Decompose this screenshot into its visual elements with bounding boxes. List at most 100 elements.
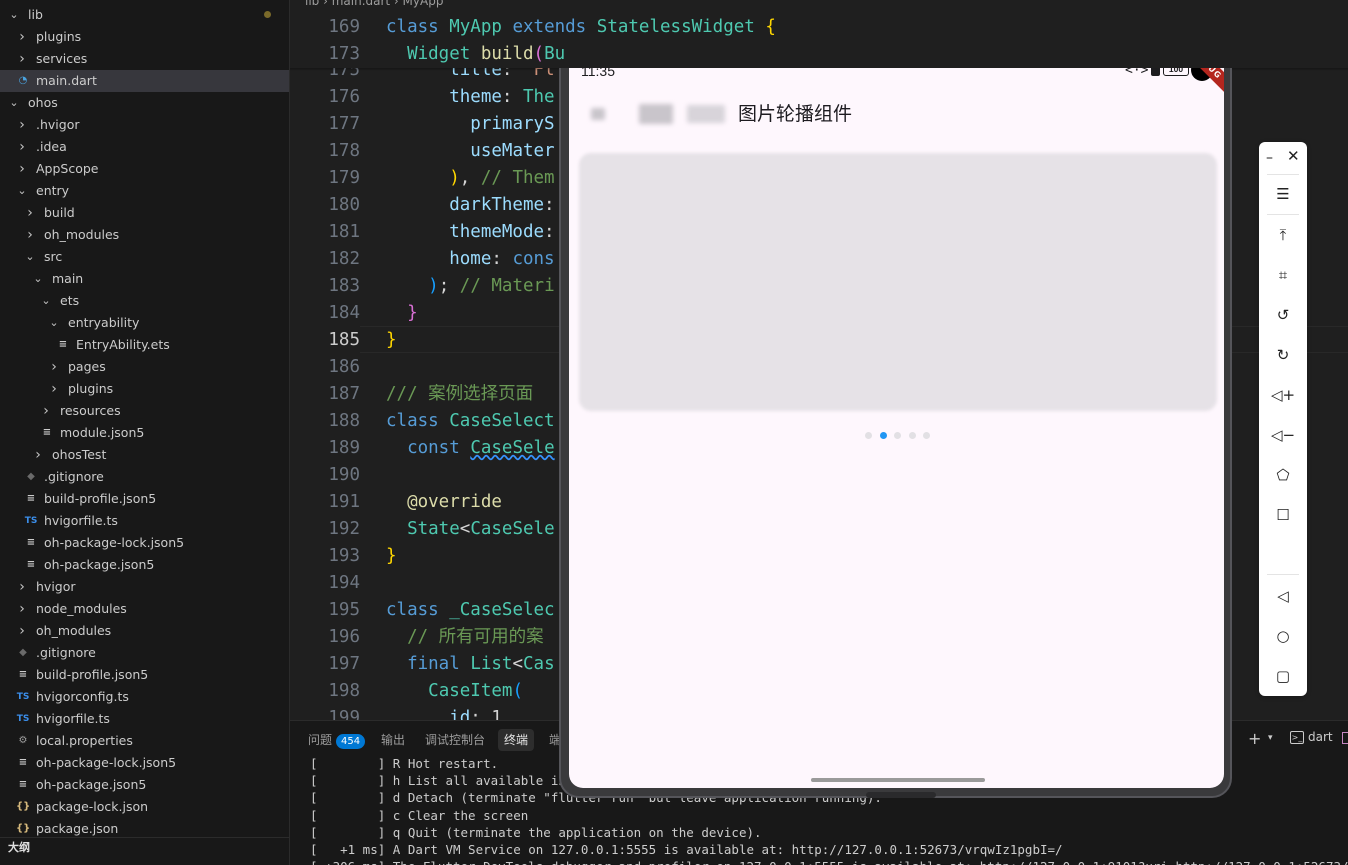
back-icon[interactable]: ◁ <box>1270 583 1296 609</box>
code-line[interactable]: 169 class MyApp extends StatelessWidget { <box>290 14 1348 41</box>
tree-item[interactable]: ≡ oh-package.json5 <box>0 554 289 576</box>
tree-item[interactable]: ◆ .gitignore <box>0 466 289 488</box>
line-number: 181 <box>328 222 360 242</box>
volume-up-icon[interactable]: ◁+ <box>1270 382 1296 408</box>
new-terminal-icon[interactable]: + <box>1248 729 1261 748</box>
tree-item-label: entry <box>36 183 70 198</box>
code-line[interactable]: 173 Widget build(Bu <box>290 41 1348 68</box>
tree-item[interactable]: › plugins <box>0 378 289 400</box>
rotate-left-icon[interactable]: ↺ <box>1270 302 1296 328</box>
tree-item[interactable]: ◔ main.dart <box>0 70 289 92</box>
tree-item[interactable]: › .idea <box>0 136 289 158</box>
tree-item[interactable]: ⌄ ets <box>0 290 289 312</box>
tab-output[interactable]: 输出 <box>375 729 411 751</box>
tab-debug-console[interactable]: 调试控制台 <box>419 729 491 751</box>
carousel-dot[interactable] <box>879 432 887 439</box>
chevron-right-icon: › <box>51 381 57 397</box>
tree-item[interactable]: TS hvigorfile.ts <box>0 510 289 532</box>
tab-terminal[interactable]: 终端 <box>498 729 535 751</box>
json5-file-icon: ≡ <box>26 493 36 504</box>
tree-item[interactable]: › build <box>0 202 289 224</box>
tree-item[interactable]: › oh_modules <box>0 620 289 642</box>
chevron-down-icon: ⌄ <box>49 316 59 329</box>
tree-item[interactable]: {} package-lock.json <box>0 796 289 818</box>
menu-icon[interactable]: ☰ <box>1270 181 1296 207</box>
code-text: class CaseSelect <box>386 411 555 431</box>
line-number: 197 <box>328 654 360 674</box>
crop-icon[interactable]: ⌗ <box>1270 262 1296 288</box>
screenshot-icon[interactable]: ☐ <box>1270 502 1296 528</box>
tab-problems[interactable]: 问题 454 <box>302 729 371 751</box>
tree-item[interactable]: › plugins <box>0 26 289 48</box>
carousel-dot[interactable] <box>908 432 916 439</box>
tree-item[interactable]: ⌄ lib <box>0 4 289 26</box>
tree-item[interactable]: › AppScope <box>0 158 289 180</box>
recent-apps-icon[interactable]: ▢ <box>1270 663 1296 689</box>
code-text: State<CaseSele <box>407 519 555 539</box>
terminal-line: [ ] R Hot restart. <box>310 756 499 771</box>
tree-item[interactable]: › resources <box>0 400 289 422</box>
tree-item[interactable]: ◆ .gitignore <box>0 642 289 664</box>
code-text: ); // Materi <box>428 276 555 296</box>
carousel-dot[interactable] <box>865 432 872 439</box>
code-text: themeMode: <box>449 222 555 242</box>
terminal-line: [ ] c Clear the screen <box>310 807 529 823</box>
tree-item-label: EntryAbility.ets <box>76 337 170 352</box>
rotate-right-icon[interactable]: ↻ <box>1270 342 1296 368</box>
phone-screen[interactable]: 11:35 <·> 100 DEBUG 图片轮播组件 <box>569 50 1224 788</box>
pin-top-icon[interactable]: ⤒ <box>1270 222 1296 248</box>
back-icon[interactable] <box>591 108 605 120</box>
tree-item[interactable]: ≡ module.json5 <box>0 422 289 444</box>
tree-item[interactable]: TS hvigorfile.ts <box>0 708 289 730</box>
carousel-dot[interactable] <box>923 432 930 439</box>
close-icon[interactable]: ✕ <box>1287 147 1300 165</box>
json5-file-icon: ≡ <box>18 757 28 768</box>
tree-item[interactable]: ⌄ entry <box>0 180 289 202</box>
tree-item[interactable]: ≡ build-profile.json5 <box>0 664 289 686</box>
tree-item-label: .gitignore <box>36 645 96 660</box>
tree-item[interactable]: › node_modules <box>0 598 289 620</box>
split-terminal-icon[interactable] <box>1342 732 1348 744</box>
image-carousel[interactable] <box>579 153 1217 411</box>
tree-item[interactable]: ⚙ local.properties <box>0 730 289 752</box>
phone-hinge <box>866 792 936 798</box>
tree-item[interactable]: ⌄ main <box>0 268 289 290</box>
divider <box>1267 214 1299 215</box>
outline-section-header[interactable]: 大纲 <box>0 837 289 865</box>
tree-item[interactable]: ⌄ entryability <box>0 312 289 334</box>
tree-item[interactable]: ≡ oh-package-lock.json5 <box>0 752 289 774</box>
tree-item[interactable]: ≡ build-profile.json5 <box>0 488 289 510</box>
shake-icon[interactable]: ⬠ <box>1270 462 1296 488</box>
tree-item[interactable]: › services <box>0 48 289 70</box>
home-icon[interactable]: ○ <box>1270 623 1296 649</box>
code-text: const CaseSele <box>407 438 555 458</box>
code-text: final List<Cas <box>407 654 555 674</box>
chevron-down-icon[interactable]: ▾ <box>1268 733 1273 743</box>
breadcrumb[interactable]: lib › main.dart › MyApp <box>305 0 443 8</box>
tree-item[interactable]: › ohosTest <box>0 444 289 466</box>
tree-item-label: oh_modules <box>36 623 112 638</box>
tree-item[interactable]: ⌄ ohos <box>0 92 289 114</box>
tree-item[interactable]: › hvigor <box>0 576 289 598</box>
tree-item[interactable]: ⌄ src <box>0 246 289 268</box>
blurred-appbar-text <box>639 104 673 124</box>
carousel-dot[interactable] <box>894 432 901 439</box>
line-number: 199 <box>328 708 360 720</box>
tree-item[interactable]: ≡ oh-package.json5 <box>0 774 289 796</box>
volume-down-icon[interactable]: ◁− <box>1270 422 1296 448</box>
tree-item[interactable]: › pages <box>0 356 289 378</box>
tree-item[interactable]: › oh_modules <box>0 224 289 246</box>
tree-item[interactable]: TS hvigorconfig.ts <box>0 686 289 708</box>
chevron-down-icon: ⌄ <box>9 96 19 109</box>
terminal-name[interactable]: dart <box>1308 730 1333 744</box>
tree-item[interactable]: ≡ oh-package-lock.json5 <box>0 532 289 554</box>
tree-item-label: local.properties <box>36 733 133 748</box>
minimize-icon[interactable]: – <box>1266 150 1273 166</box>
tree-item-label: hvigorfile.ts <box>44 513 118 528</box>
divider <box>1267 574 1299 575</box>
tree-item-label: build-profile.json5 <box>44 491 157 506</box>
tree-item[interactable]: ≡ EntryAbility.ets <box>0 334 289 356</box>
json5-file-icon: ≡ <box>42 427 52 438</box>
tree-item[interactable]: › .hvigor <box>0 114 289 136</box>
home-indicator[interactable] <box>811 778 985 782</box>
